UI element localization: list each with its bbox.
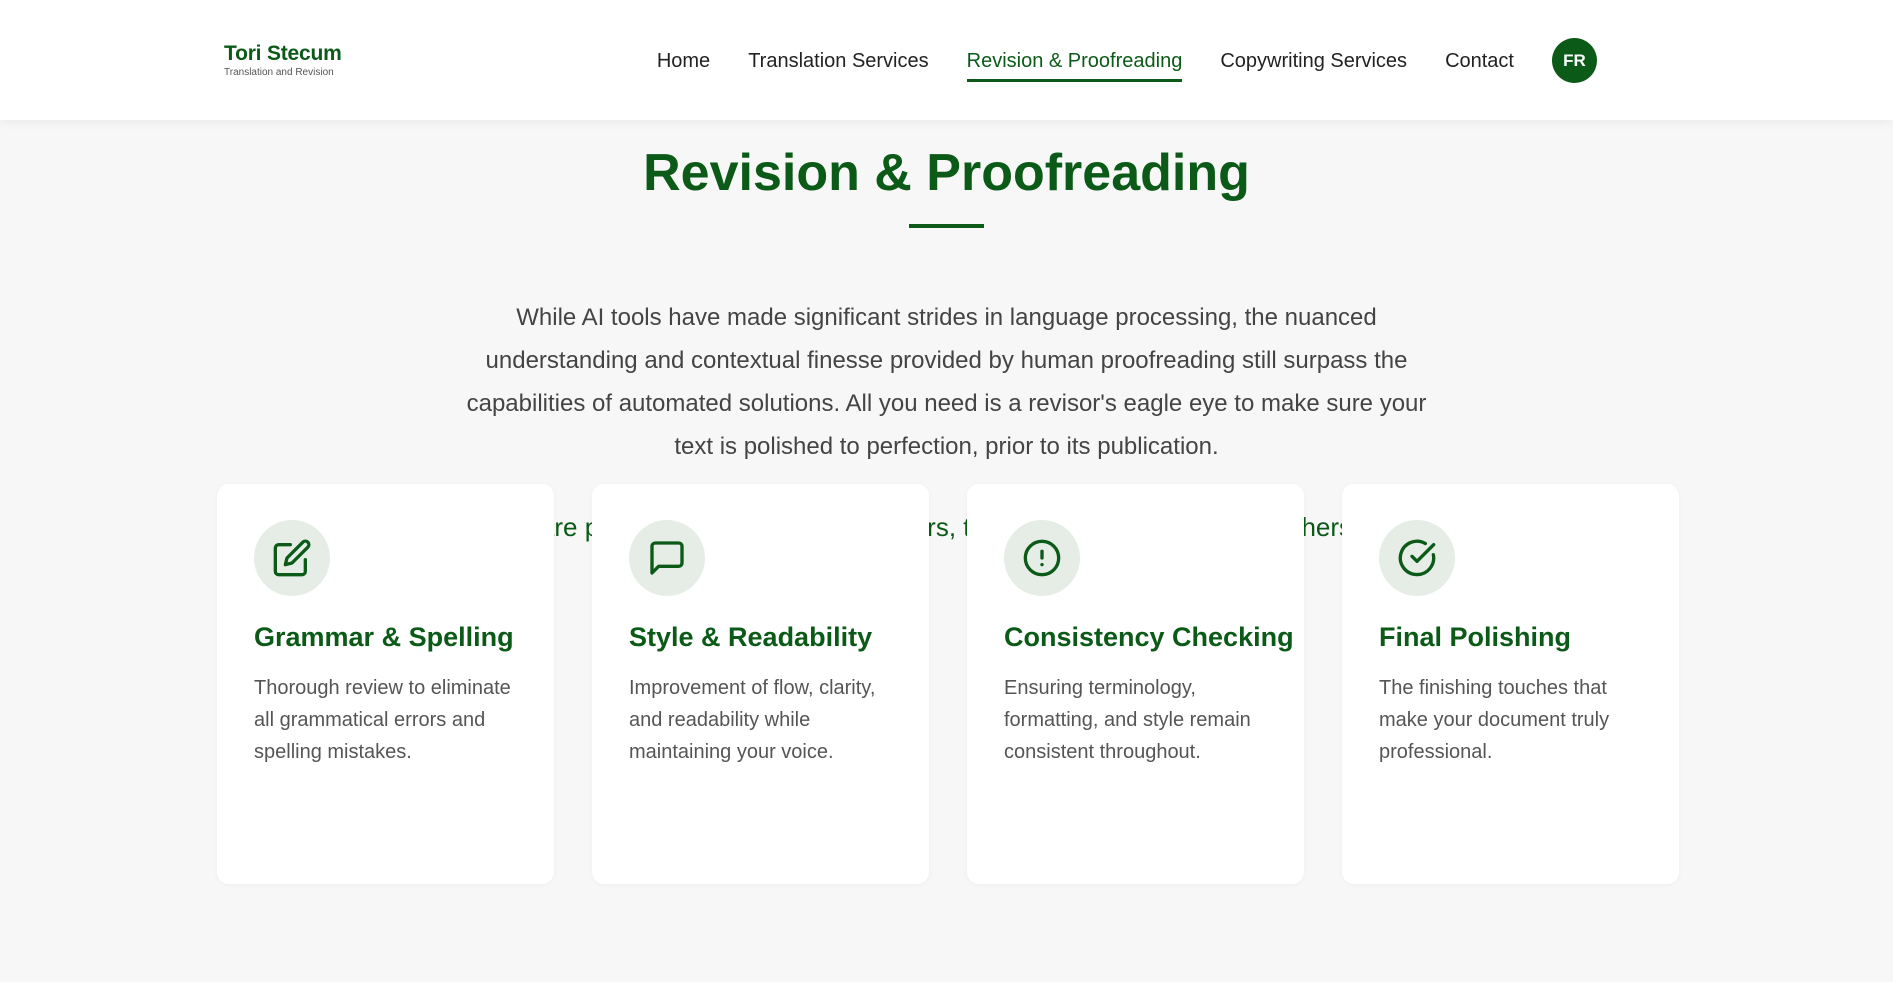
main-nav: Home Translation Services Revision & Pro… bbox=[619, 38, 1597, 83]
card-description: Ensuring terminology, formatting, and st… bbox=[1004, 677, 1251, 763]
card-title: Grammar & Spelling bbox=[254, 622, 514, 652]
service-card-style: Style & Readability Improvement of flow,… bbox=[592, 484, 929, 884]
message-icon bbox=[629, 520, 705, 596]
card-title: Consistency Checking bbox=[1004, 622, 1294, 652]
card-title: Style & Readability bbox=[629, 622, 873, 652]
nav-revision-proofreading[interactable]: Revision & Proofreading bbox=[966, 41, 1182, 82]
edit-icon bbox=[254, 520, 330, 596]
service-card-polishing: Final Polishing The finishing touches th… bbox=[1342, 484, 1679, 884]
brand-name: Tori Stecum bbox=[224, 42, 342, 65]
title-divider bbox=[909, 224, 984, 228]
site-header: Tori Stecum Translation and Revision Hom… bbox=[0, 0, 1893, 120]
alert-circle-icon bbox=[1004, 520, 1080, 596]
nav-translation-services[interactable]: Translation Services bbox=[748, 41, 928, 81]
nav-home[interactable]: Home bbox=[657, 41, 710, 81]
intro-paragraph: While AI tools have made significant str… bbox=[466, 304, 1427, 460]
page-title: Revision & Proofreading bbox=[643, 144, 1250, 202]
brand-logo[interactable]: Tori Stecum Translation and Revision bbox=[224, 42, 342, 79]
language-switch-button[interactable]: FR bbox=[1552, 38, 1597, 83]
main-content: Revision & Proofreading While AI tools h… bbox=[0, 120, 1893, 546]
service-card-consistency: Consistency Checking Ensuring terminolog… bbox=[967, 484, 1304, 884]
nav-copywriting-services[interactable]: Copywriting Services bbox=[1220, 41, 1407, 81]
services-cards: Grammar & Spelling Thorough review to el… bbox=[217, 484, 1679, 884]
service-card-grammar: Grammar & Spelling Thorough review to el… bbox=[217, 484, 554, 884]
card-description: The finishing touches that make your doc… bbox=[1379, 677, 1610, 763]
card-description: Thorough review to eliminate all grammat… bbox=[254, 677, 511, 763]
brand-tagline: Translation and Revision bbox=[224, 67, 334, 78]
check-circle-icon bbox=[1379, 520, 1455, 596]
card-description: Improvement of flow, clarity, and readab… bbox=[629, 677, 876, 763]
card-title: Final Polishing bbox=[1379, 622, 1572, 652]
nav-contact[interactable]: Contact bbox=[1445, 41, 1514, 81]
